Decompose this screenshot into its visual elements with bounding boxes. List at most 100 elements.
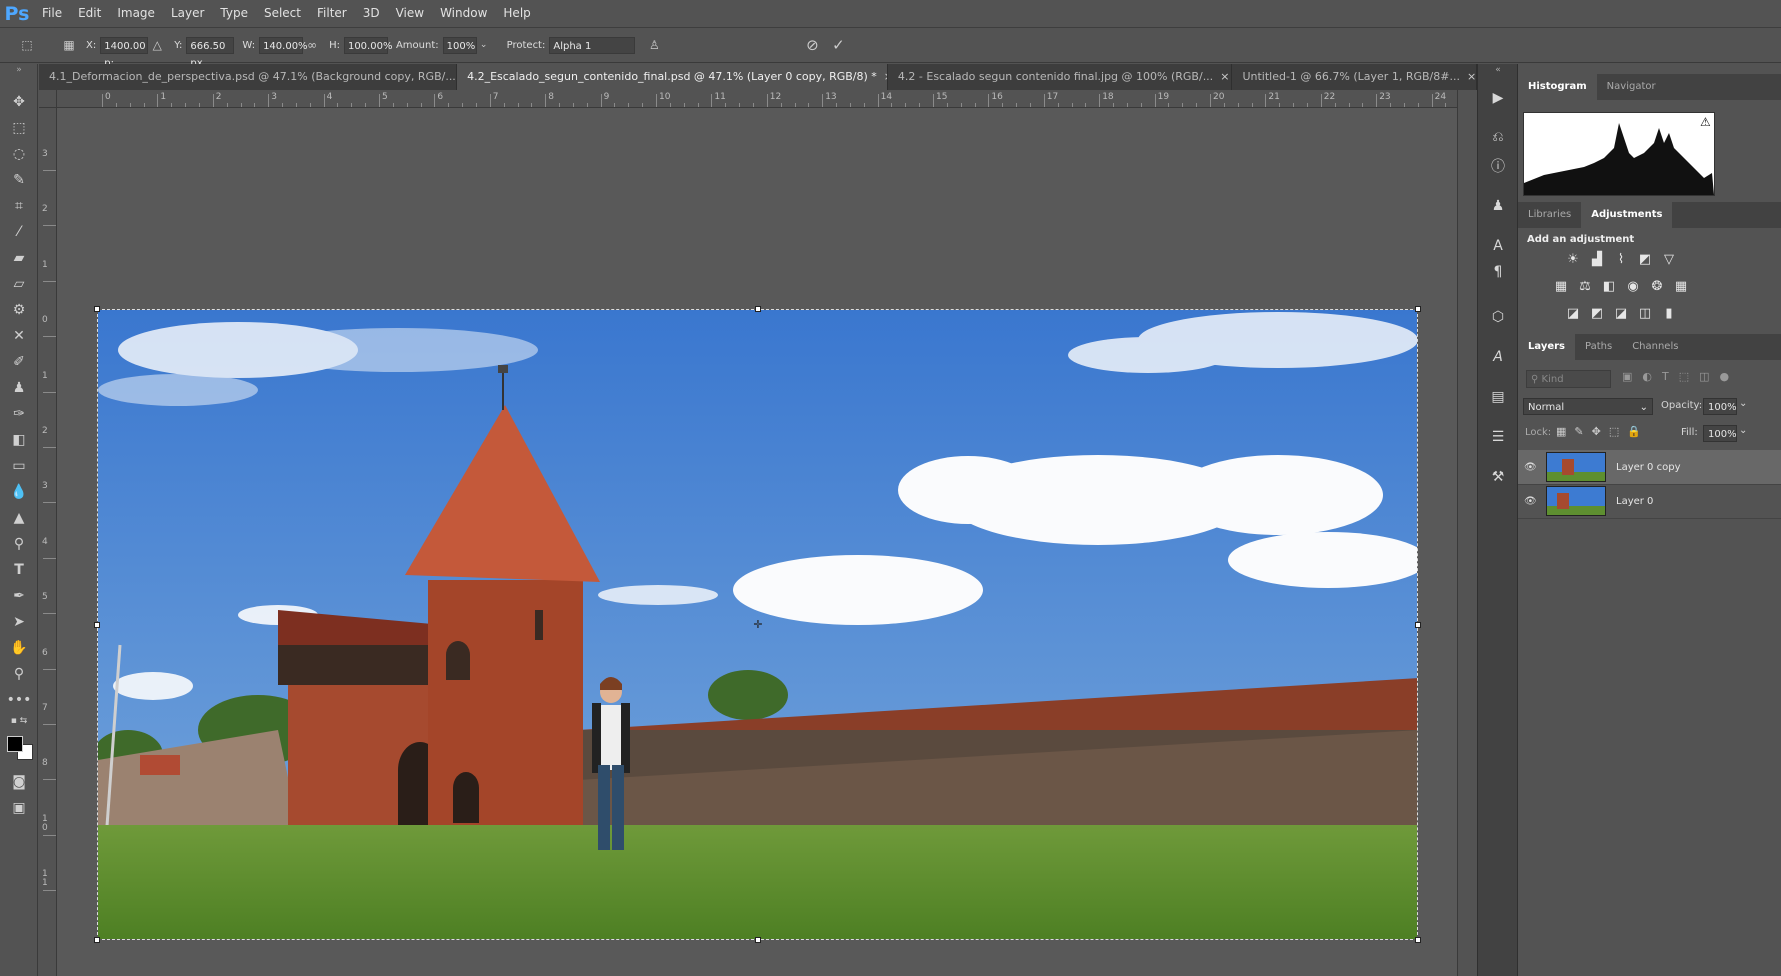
vibrance-icon[interactable]: ▽ bbox=[1660, 250, 1678, 268]
photo-filter-icon[interactable]: ◉ bbox=[1624, 277, 1642, 295]
history-icon[interactable]: ⎌ bbox=[1488, 127, 1508, 147]
lasso-tool-icon[interactable]: ◌ bbox=[8, 143, 30, 165]
layer-row[interactable]: 👁 Layer 0 bbox=[1518, 484, 1781, 519]
clone-source-icon[interactable]: ♟ bbox=[1488, 196, 1508, 216]
eyedropper-tool-icon[interactable]: ⁄ bbox=[8, 221, 30, 243]
crosshair-icon[interactable]: ✛ bbox=[752, 619, 764, 631]
channel-mixer-icon[interactable]: ❂ bbox=[1648, 277, 1666, 295]
transform-handle[interactable] bbox=[755, 306, 761, 312]
gradient-tool-icon[interactable]: ▭ bbox=[8, 455, 30, 477]
default-colors-icon[interactable]: ▪ ⇆ bbox=[8, 714, 30, 728]
menu-image[interactable]: Image bbox=[109, 0, 163, 27]
layer-filter-icons[interactable]: ▣◐T⬚◫● bbox=[1622, 370, 1772, 388]
hand-tool-icon[interactable]: ✋ bbox=[8, 637, 30, 659]
menu-help[interactable]: Help bbox=[495, 0, 538, 27]
move-tool-icon[interactable]: ✥ bbox=[8, 91, 30, 113]
menu-select[interactable]: Select bbox=[256, 0, 309, 27]
gradient-map-icon[interactable]: ▮ bbox=[1660, 304, 1678, 322]
healing-brush-tool-icon[interactable]: ▰ bbox=[8, 247, 30, 269]
menu-3d[interactable]: 3D bbox=[355, 0, 388, 27]
sharpen-tool-icon[interactable]: ▲ bbox=[8, 507, 30, 529]
cancel-circle-icon[interactable]: ⊘ bbox=[803, 36, 821, 54]
collapse-icon[interactable]: » bbox=[8, 64, 30, 76]
transform-handle[interactable] bbox=[94, 306, 100, 312]
chevron-down-icon[interactable]: ⌄ bbox=[477, 36, 491, 54]
screen-mode-icon[interactable]: ▣ bbox=[8, 797, 30, 819]
transform-handle[interactable] bbox=[755, 937, 761, 943]
chevron-down-icon[interactable]: ⌄ bbox=[1739, 398, 1747, 409]
menu-window[interactable]: Window bbox=[432, 0, 495, 27]
layer-kind-filter[interactable]: ⚲ Kind bbox=[1526, 370, 1611, 388]
tab-libraries[interactable]: Libraries bbox=[1518, 202, 1581, 228]
type-tool-icon[interactable]: T bbox=[8, 559, 30, 581]
color-lookup-icon[interactable]: ▦ bbox=[1672, 277, 1690, 295]
threshold-icon[interactable]: ◪ bbox=[1612, 304, 1630, 322]
blur-tool-icon[interactable]: 💧 bbox=[8, 481, 30, 503]
tab-doc-1[interactable]: 4.1_Deformacion_de_perspectiva.psd @ 47.… bbox=[39, 64, 458, 90]
tab-navigator[interactable]: Navigator bbox=[1597, 74, 1666, 100]
menu-type[interactable]: Type bbox=[212, 0, 256, 27]
eye-icon[interactable]: 👁 bbox=[1524, 462, 1537, 473]
pen-tool-icon[interactable]: ✒ bbox=[8, 585, 30, 607]
brush-tool-icon[interactable]: ✐ bbox=[8, 351, 30, 373]
w-field[interactable]: 140.00% bbox=[259, 36, 308, 54]
selective-color-icon[interactable]: ◫ bbox=[1636, 304, 1654, 322]
ruler-tool-icon[interactable]: ▱ bbox=[8, 273, 30, 295]
posterize-icon[interactable]: ◩ bbox=[1588, 304, 1606, 322]
transform-handle[interactable] bbox=[94, 937, 100, 943]
levels-icon[interactable]: ▟ bbox=[1588, 250, 1606, 268]
path-selection-tool-icon[interactable]: ➤ bbox=[8, 611, 30, 633]
3d-cube-icon[interactable]: ⬡ bbox=[1488, 307, 1508, 327]
h-field[interactable]: 100.00% bbox=[343, 36, 392, 54]
quick-select-tool-icon[interactable]: ✎ bbox=[8, 169, 30, 191]
menu-file[interactable]: File bbox=[34, 0, 70, 27]
brightness-icon[interactable]: ☀ bbox=[1564, 250, 1582, 268]
warning-icon[interactable]: ⚠ bbox=[1700, 115, 1711, 129]
crop-tool-icon[interactable]: ⌗ bbox=[8, 195, 30, 217]
reference-point-icon[interactable]: ▦ bbox=[60, 36, 78, 54]
x-field[interactable]: 1400.00 p: bbox=[100, 36, 149, 69]
lock-icons[interactable]: ▦✎✥⬚🔒 bbox=[1556, 425, 1649, 438]
collapse-icon[interactable]: « bbox=[1488, 64, 1508, 76]
tab-adjustments[interactable]: Adjustments bbox=[1581, 202, 1673, 228]
play-action-icon[interactable]: ▶ bbox=[1488, 88, 1508, 108]
glyphs-icon[interactable]: A bbox=[1488, 347, 1508, 367]
marquee-tool-icon[interactable]: ⬚ bbox=[8, 117, 30, 139]
tab-histogram[interactable]: Histogram bbox=[1518, 74, 1597, 100]
tool-presets-icon[interactable]: ⚒ bbox=[1488, 467, 1508, 487]
dodge-tool-icon[interactable]: ⚲ bbox=[8, 533, 30, 555]
color-balance-icon[interactable]: ⚖ bbox=[1576, 277, 1594, 295]
tab-layers[interactable]: Layers bbox=[1518, 334, 1575, 360]
eye-icon[interactable]: 👁 bbox=[1524, 496, 1537, 507]
close-icon[interactable]: × bbox=[1467, 70, 1476, 83]
more-tools-icon[interactable]: ••• bbox=[7, 689, 32, 711]
y-field[interactable]: 666.50 px bbox=[186, 36, 235, 69]
blend-mode-select[interactable]: Normal ⌄ bbox=[1523, 398, 1653, 415]
tab-doc-4[interactable]: Untitled-1 @ 66.7% (Layer 1, RGB/8#... × bbox=[1232, 64, 1477, 90]
transform-handle[interactable] bbox=[1415, 306, 1421, 312]
transform-handle[interactable] bbox=[1415, 937, 1421, 943]
zoom-tool-icon[interactable]: ⚲ bbox=[8, 663, 30, 685]
clone-stamp-tool-icon[interactable]: ♟ bbox=[8, 377, 30, 399]
quick-mask-icon[interactable]: ◙ bbox=[8, 771, 30, 793]
protect-skin-icon[interactable]: ♙ bbox=[645, 36, 663, 54]
properties-icon[interactable]: ▤ bbox=[1488, 387, 1508, 407]
delta-icon[interactable]: △ bbox=[148, 36, 166, 54]
menu-view[interactable]: View bbox=[388, 0, 432, 27]
black-white-icon[interactable]: ◧ bbox=[1600, 277, 1618, 295]
foreground-color-swatch[interactable] bbox=[7, 736, 23, 752]
chevron-down-icon[interactable]: ⌄ bbox=[1739, 425, 1747, 436]
close-icon[interactable]: × bbox=[1220, 70, 1229, 83]
fill-field[interactable]: 100% bbox=[1703, 425, 1737, 442]
transform-tool-icon[interactable]: ⬚ bbox=[18, 36, 36, 54]
invert-icon[interactable]: ◪ bbox=[1564, 304, 1582, 322]
history-brush-tool-icon[interactable]: ✑ bbox=[8, 403, 30, 425]
vertical-scrollbar[interactable] bbox=[1457, 90, 1477, 976]
link-icon[interactable]: ∞ bbox=[303, 36, 321, 54]
paragraph-icon[interactable]: ¶ bbox=[1488, 262, 1508, 282]
tab-channels[interactable]: Channels bbox=[1622, 334, 1688, 360]
layer-row-selected[interactable]: 👁 Layer 0 copy bbox=[1518, 450, 1781, 485]
character-icon[interactable]: A bbox=[1488, 236, 1508, 256]
tab-doc-2[interactable]: 4.2_Escalado_segun_contenido_final.psd @… bbox=[457, 64, 888, 90]
menu-edit[interactable]: Edit bbox=[70, 0, 109, 27]
